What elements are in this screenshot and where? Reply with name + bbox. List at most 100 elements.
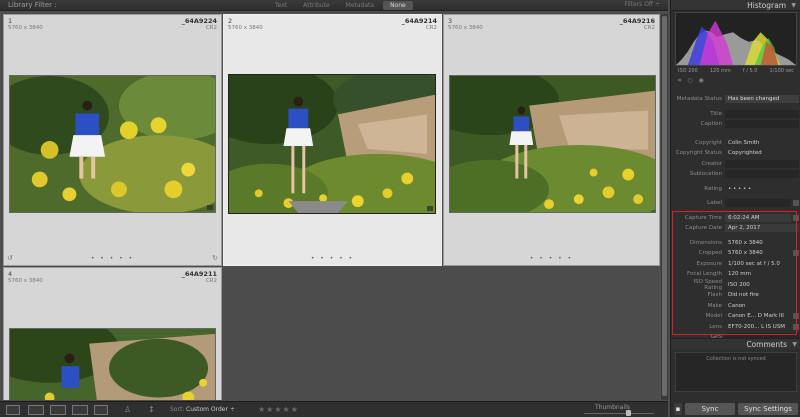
thumbnails-label: Thumbnails	[595, 404, 630, 411]
cell-dimensions: 5760 x 3840	[8, 278, 43, 284]
histogram-header[interactable]: Histogram ▼	[671, 0, 800, 11]
rating-dots[interactable]: • • • • •	[4, 255, 221, 262]
photo-thumbnail[interactable]	[449, 75, 656, 213]
histogram-shutter: 1/100 sec	[769, 68, 794, 74]
collapse-triangle-icon[interactable]: ▼	[792, 341, 797, 348]
grid-view-icon[interactable]	[6, 405, 20, 415]
crop-icon[interactable]: ⌗	[678, 77, 681, 84]
photo-thumbnail[interactable]	[228, 74, 436, 214]
spot-icon[interactable]: ○	[687, 77, 692, 84]
histogram-exif-info: ISO 200 120 mm f / 5.0 1/100 sec	[675, 66, 797, 76]
sync-button[interactable]: Sync	[685, 403, 735, 415]
cell-index: 3	[448, 17, 453, 25]
metadata-key: Copyright Status	[675, 150, 722, 157]
metadata-row-title: Title	[675, 109, 799, 120]
metadata-row-copyright: Copyright Colin Smith	[675, 138, 799, 149]
photo-thumbnail[interactable]	[9, 75, 216, 213]
rating-stars[interactable]: ★★★★★	[258, 405, 299, 414]
filter-tab-metadata[interactable]: Metadata	[339, 1, 381, 10]
metadata-key: Label	[707, 200, 722, 207]
cell-dimensions: 5760 x 3840	[8, 25, 43, 31]
metadata-status-row: Metadata Status Has been changed	[675, 94, 799, 105]
spray-can-icon[interactable]: ♙	[124, 405, 131, 414]
metadata-field[interactable]	[725, 199, 791, 208]
edited-badge-icon	[207, 205, 213, 210]
sort-dropdown[interactable]: Custom Order ÷	[186, 406, 235, 413]
cell-filename: _64A9211	[181, 270, 217, 278]
thumbnail-grid: 1 5760 x 3840 _64A9224 CR2 • • • • • ↺ ↻…	[3, 14, 660, 400]
metadata-key: Copyright	[695, 139, 722, 146]
thumbnail-slider-knob[interactable]	[626, 410, 631, 416]
edited-badge-icon	[427, 206, 433, 211]
comments-title: Comments	[746, 340, 787, 349]
sync-settings-button[interactable]: Sync Settings	[738, 403, 798, 415]
rating-field[interactable]: • • • • •	[725, 185, 799, 193]
histogram-svg	[676, 13, 796, 65]
metadata-field[interactable]	[725, 120, 799, 129]
filter-tab-none[interactable]: None	[383, 1, 413, 10]
scrollbar-thumb[interactable]	[662, 16, 667, 396]
cell-index: 1	[8, 17, 13, 25]
metadata-row-creator: Creator	[675, 159, 799, 170]
metadata-value: Has been changed	[725, 95, 799, 104]
collapse-triangle-icon[interactable]: ▼	[791, 2, 796, 9]
metadata-field[interactable]	[725, 109, 799, 118]
metadata-row-sublocation: Sublocation	[675, 169, 799, 180]
filters-off-dropdown[interactable]: Filters Off ÷	[624, 1, 660, 8]
cell-extension: CR2	[425, 25, 437, 31]
cell-extension: CR2	[205, 25, 217, 31]
people-view-icon[interactable]	[94, 405, 108, 415]
filter-tab-attribute[interactable]: Attribute	[296, 1, 337, 10]
metadata-field[interactable]: Copyrighted	[725, 149, 799, 157]
metadata-row-label: Label	[675, 198, 799, 209]
rotate-left-icon[interactable]: ↺	[7, 254, 13, 262]
redeye-icon[interactable]: ◉	[698, 77, 703, 84]
grid-cell[interactable]: 4 5760 x 3840 _64A9211 CR2	[3, 267, 222, 400]
highlight-box	[672, 211, 797, 335]
metadata-key: Title	[710, 110, 722, 117]
metadata-field[interactable]	[725, 159, 799, 168]
library-filter-bar: Library Filter : Text Attribute Metadata…	[0, 0, 668, 11]
histogram-title: Histogram	[747, 1, 786, 10]
histogram-graph	[675, 12, 797, 66]
survey-view-icon[interactable]	[72, 405, 88, 415]
filter-tab-text[interactable]: Text	[268, 1, 294, 10]
rotate-right-icon[interactable]: ↻	[212, 254, 218, 262]
rating-dots[interactable]: • • • • •	[444, 255, 659, 262]
metadata-key: Metadata Status	[676, 96, 722, 103]
metadata-field[interactable]	[725, 170, 799, 179]
histogram-tool-strip: ⌗ ○ ◉	[675, 76, 797, 86]
loupe-view-icon[interactable]	[28, 405, 44, 415]
thumbnail-size-slider[interactable]	[584, 413, 654, 414]
compare-view-icon[interactable]	[50, 405, 66, 415]
metadata-field[interactable]: Colin Smith	[725, 139, 799, 147]
lightroom-library: Library Filter : Text Attribute Metadata…	[0, 0, 800, 417]
metadata-row-copyright-status: Copyright Status Copyrighted	[675, 148, 799, 159]
histogram-focal: 120 mm	[709, 68, 731, 74]
histogram-aperture: f / 5.0	[742, 68, 758, 74]
metadata-row-caption: Caption	[675, 119, 799, 130]
cell-dimensions: 5760 x 3840	[228, 25, 263, 31]
photo-image	[229, 75, 435, 213]
comments-box: Collection is not synced	[675, 352, 797, 392]
grid-cell[interactable]: 2 5760 x 3840 _64A9214 CR2 • • • • •	[223, 14, 442, 266]
cell-filename: _64A9214	[401, 17, 437, 25]
rating-dots[interactable]: • • • • •	[224, 255, 441, 262]
grid-cell[interactable]: 3 5760 x 3840 _64A9216 CR2 • • • • •	[443, 14, 660, 266]
label-dropdown-icon[interactable]	[793, 200, 799, 207]
comments-header[interactable]: Comments ▼	[671, 338, 800, 349]
metadata-key: Creator	[701, 160, 722, 167]
grid-scrollbar[interactable]	[661, 14, 668, 400]
cell-dimensions: 5760 x 3840	[448, 25, 483, 31]
sort-direction-icon[interactable]: ↕	[148, 405, 155, 414]
cell-filename: _64A9216	[619, 17, 655, 25]
grid-cell[interactable]: 1 5760 x 3840 _64A9224 CR2 • • • • • ↺ ↻	[3, 14, 222, 266]
empty-grid-area	[223, 267, 660, 400]
filter-tabs: Text Attribute Metadata None	[268, 1, 413, 10]
cell-extension: CR2	[205, 278, 217, 284]
sync-toggle-icon[interactable]: ▪	[674, 403, 682, 415]
right-panel: Histogram ▼ ISO 200 120 mm f / 5.0 1/100…	[670, 0, 800, 417]
sync-row: ▪ Sync Sync Settings	[671, 401, 800, 417]
metadata-key: Rating	[704, 185, 722, 192]
photo-thumbnail[interactable]	[9, 328, 216, 400]
